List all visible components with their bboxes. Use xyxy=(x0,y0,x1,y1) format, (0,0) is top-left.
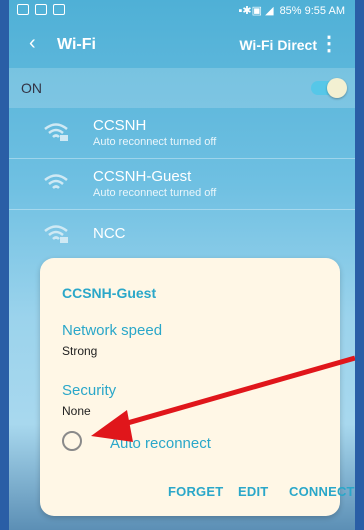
annotation-arrow xyxy=(91,355,355,442)
phone-screen: ▪✱▣ ◢ 85% 9:55 AM ‹ Wi-Fi Wi-Fi Direct ⋮… xyxy=(9,0,355,530)
